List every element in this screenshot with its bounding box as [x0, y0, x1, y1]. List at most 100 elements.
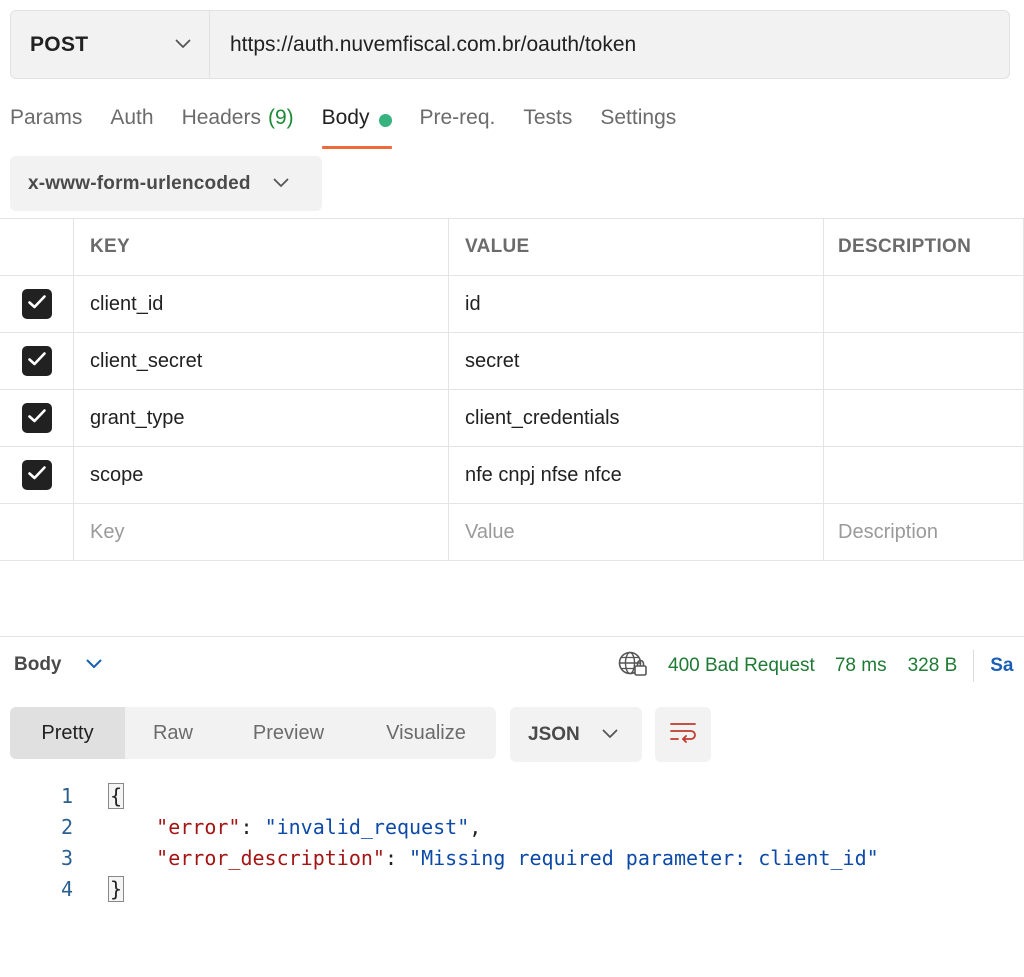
wrap-lines-icon — [669, 720, 697, 749]
tab-auth[interactable]: Auth — [110, 106, 153, 150]
url-input[interactable]: https://auth.nuvemfiscal.com.br/oauth/to… — [210, 11, 1009, 78]
code-text: } — [108, 875, 125, 902]
tab-label: Pre-req. — [419, 106, 496, 129]
json-key: "error" — [156, 814, 241, 839]
save-response-button[interactable]: Sa — [990, 655, 1013, 677]
response-title: Body — [14, 654, 62, 675]
tab-label: Tests — [523, 106, 573, 129]
code-line: 1 { — [0, 780, 125, 811]
response-size[interactable]: 328 B — [908, 655, 958, 677]
format-label: JSON — [528, 723, 580, 745]
json-string: "Missing required parameter: client_id" — [409, 845, 879, 870]
row-checkbox[interactable] — [21, 403, 52, 433]
tab-headers[interactable]: Headers (9) — [182, 106, 294, 150]
table-row: grant_type client_credentials — [0, 390, 1024, 447]
code-line: 3 "error_description": "Missing required… — [0, 842, 879, 873]
json-string: "invalid_request" — [264, 814, 470, 839]
checkbox-cell — [0, 333, 74, 389]
description-cell[interactable] — [824, 333, 1024, 389]
body-type-dropdown[interactable]: x-www-form-urlencoded — [10, 156, 322, 211]
open-brace: { — [108, 782, 125, 809]
tab-label: Auth — [110, 106, 154, 129]
description-cell[interactable] — [824, 447, 1024, 503]
line-number: 4 — [60, 876, 73, 901]
wrap-lines-button[interactable] — [655, 707, 711, 762]
checkbox-cell — [0, 447, 74, 503]
column-header-value: VALUE — [449, 219, 824, 275]
row-checkbox[interactable] — [21, 289, 52, 319]
line-number: 1 — [60, 783, 73, 808]
request-tabs: Params Auth Headers (9) Body Pre-req. Te… — [10, 106, 704, 150]
value-cell[interactable]: nfe cnpj nfse nfce — [449, 447, 824, 503]
checkbox-cell — [0, 276, 74, 332]
method-label: POST — [30, 32, 89, 56]
value-cell[interactable]: id — [449, 276, 824, 332]
line-number: 2 — [60, 814, 73, 839]
value-cell[interactable]: client_credentials — [449, 390, 824, 446]
table-row-new: Key Value Description — [0, 504, 1024, 561]
new-key-input[interactable]: Key — [74, 504, 449, 560]
new-value-input[interactable]: Value — [449, 504, 824, 560]
table-header-row: KEY VALUE DESCRIPTION — [0, 218, 1024, 276]
headers-count: (9) — [267, 106, 294, 129]
key-cell[interactable]: scope — [74, 447, 449, 503]
column-header-key: KEY — [74, 219, 449, 275]
checkmark-icon — [27, 350, 47, 373]
response-time[interactable]: 78 ms — [835, 655, 887, 677]
code-text: { — [108, 782, 125, 809]
view-visualize-button[interactable]: Visualize — [356, 707, 496, 759]
tab-pre-request[interactable]: Pre-req. — [420, 106, 496, 150]
json-comma: , — [469, 814, 482, 839]
value-cell[interactable]: secret — [449, 333, 824, 389]
response-code-view[interactable]: 1 { 2 "error": "invalid_request", 3 "err… — [0, 780, 879, 904]
response-status-bar: 400 Bad Request 78 ms 328 B Sa — [618, 650, 1014, 682]
key-cell[interactable]: client_secret — [74, 333, 449, 389]
key-cell[interactable]: client_id — [74, 276, 449, 332]
row-checkbox[interactable] — [21, 346, 52, 376]
format-dropdown[interactable]: JSON — [510, 707, 642, 762]
code-line: 2 "error": "invalid_request", — [0, 811, 481, 842]
tab-label: Body — [321, 106, 370, 129]
tab-label: Params — [10, 106, 83, 129]
method-selector[interactable]: POST — [11, 11, 210, 78]
status-code[interactable]: 400 Bad Request — [668, 655, 815, 677]
globe-lock-icon[interactable] — [618, 650, 648, 683]
json-separator: : — [240, 814, 265, 839]
tab-params[interactable]: Params — [10, 106, 82, 150]
response-divider[interactable] — [0, 636, 1024, 637]
request-url-bar: POST https://auth.nuvemfiscal.com.br/oau… — [10, 10, 1010, 79]
body-indicator-dot — [378, 114, 392, 127]
response-view-tabs: Pretty Raw Preview Visualize — [10, 707, 496, 759]
json-key: "error_description" — [156, 845, 385, 870]
json-separator: : — [384, 845, 410, 870]
checkmark-icon — [27, 407, 47, 430]
tab-label: Settings — [600, 106, 677, 129]
tab-settings[interactable]: Settings — [600, 106, 676, 150]
chevron-down-icon — [273, 175, 289, 193]
checkmark-icon — [27, 464, 47, 487]
tab-label: Headers — [181, 106, 261, 129]
new-description-input[interactable]: Description — [824, 504, 1024, 560]
description-cell[interactable] — [824, 276, 1024, 332]
table-row: scope nfe cnpj nfse nfce — [0, 447, 1024, 504]
view-raw-button[interactable]: Raw — [125, 707, 221, 759]
view-preview-button[interactable]: Preview — [221, 707, 356, 759]
chevron-down-icon — [175, 36, 191, 54]
header-checkbox-cell — [0, 219, 74, 275]
close-brace: } — [108, 875, 125, 902]
key-cell[interactable]: grant_type — [74, 390, 449, 446]
separator — [973, 650, 975, 682]
code-line: 4 } — [0, 873, 125, 904]
description-cell[interactable] — [824, 390, 1024, 446]
view-pretty-button[interactable]: Pretty — [10, 707, 125, 759]
table-row: client_id id — [0, 276, 1024, 333]
table-row: client_secret secret — [0, 333, 1024, 390]
tab-body[interactable]: Body — [321, 106, 392, 150]
row-checkbox[interactable] — [21, 460, 52, 490]
tab-tests[interactable]: Tests — [523, 106, 572, 150]
code-text: "error": "invalid_request", — [108, 815, 481, 839]
chevron-down-icon — [86, 656, 102, 674]
response-section-toggle[interactable]: Body — [14, 654, 102, 676]
column-header-description: DESCRIPTION — [824, 219, 1024, 275]
checkmark-icon — [27, 293, 47, 316]
